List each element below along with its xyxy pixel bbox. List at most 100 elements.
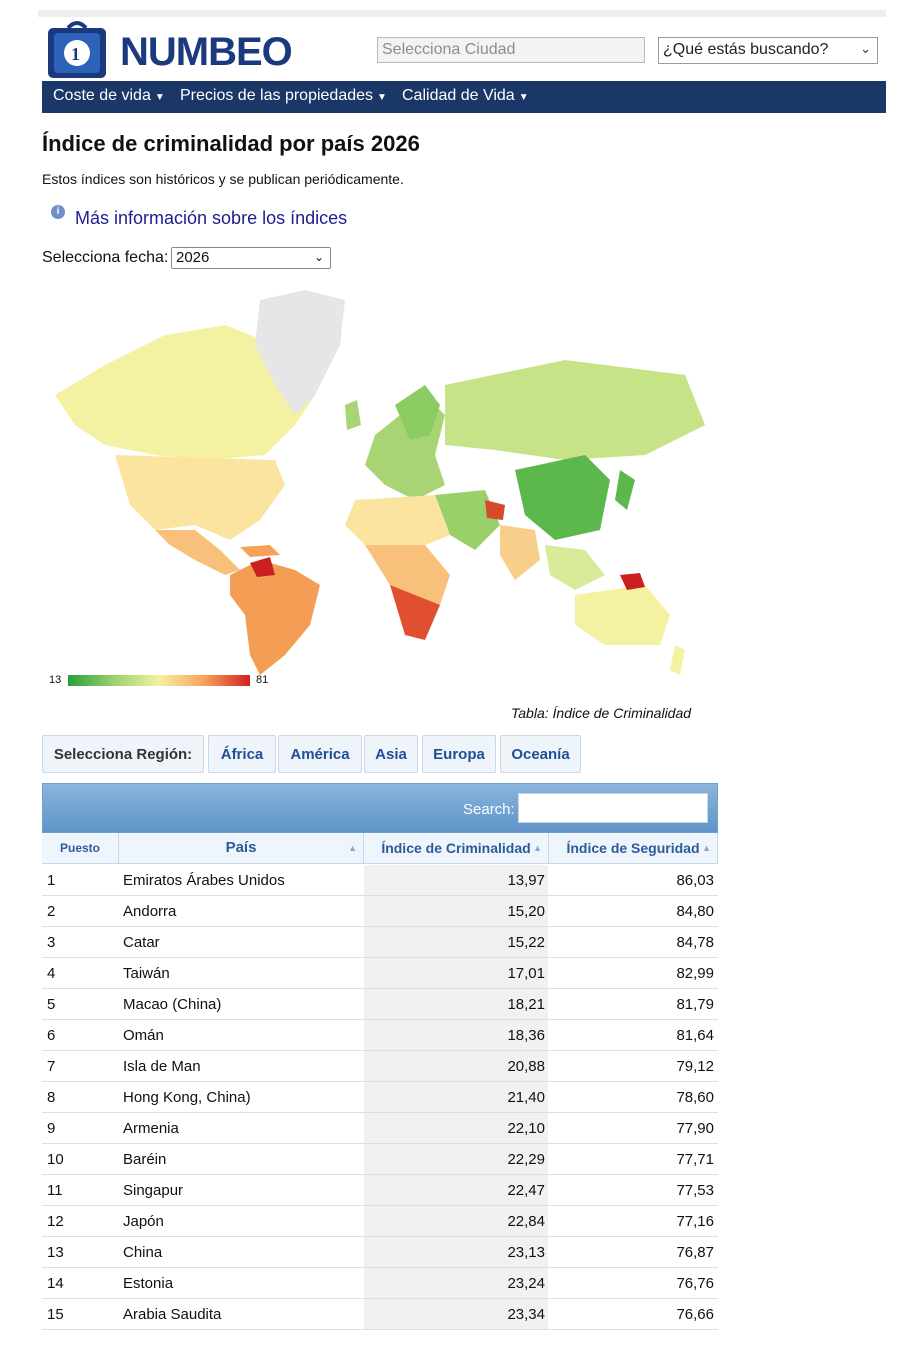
table-row[interactable]: 2 Andorra 15,20 84,80 [42,896,718,927]
table-row[interactable]: 15 Arabia Saudita 23,34 76,66 [42,1299,718,1330]
page-subtitle: Estos índices son históricos y se public… [42,171,404,187]
date-select[interactable]: 2026 ⌄ [171,247,331,269]
crime-cell: 17,01 [364,958,548,988]
what-search-value: ¿Qué estás buscando? [663,41,829,58]
region-tab-africa[interactable]: África [208,735,276,773]
rank-cell: 14 [47,1275,64,1292]
table-search-label: Search: [463,801,515,818]
info-icon: i [51,205,65,219]
map-uk [345,400,361,430]
crime-value: 22,29 [507,1151,545,1168]
caret-down-icon: ▼ [518,92,529,103]
crime-value: 15,22 [507,934,545,951]
caret-down-icon: ▼ [154,92,165,103]
svg-text:1: 1 [71,44,80,64]
table-row[interactable]: 9 Armenia 22,10 77,90 [42,1113,718,1144]
table-row[interactable]: 3 Catar 15,22 84,78 [42,927,718,958]
city-search-input[interactable] [377,37,645,63]
table-row[interactable]: 14 Estonia 23,24 76,76 [42,1268,718,1299]
region-tab-europe[interactable]: Europa [422,735,496,773]
country-cell: Andorra [123,903,177,920]
col-header-safety[interactable]: Índice de Seguridad ▲ [549,833,718,864]
caret-down-icon: ▼ [377,92,387,103]
table-row[interactable]: 8 Hong Kong, China) 21,40 78,60 [42,1082,718,1113]
crime-cell: 23,34 [364,1299,548,1329]
region-tab-asia[interactable]: Asia [364,735,418,773]
region-tab-america[interactable]: América [278,735,362,773]
col-header-crime[interactable]: Índice de Criminalidad ▲ [364,833,549,864]
table-row[interactable]: 7 Isla de Man 20,88 79,12 [42,1051,718,1082]
safety-cell: 76,87 [676,1244,714,1261]
table-row[interactable]: 4 Taiwán 17,01 82,99 [42,958,718,989]
col-header-label: Índice de Seguridad [566,840,700,856]
rank-cell: 2 [47,903,56,920]
crime-value: 15,20 [507,903,545,920]
crime-cell: 18,21 [364,989,548,1019]
safety-cell: 77,16 [676,1213,714,1230]
rank-cell: 5 [47,996,56,1013]
rank-cell: 7 [47,1058,56,1075]
crime-world-map[interactable] [45,285,710,695]
country-cell: Arabia Saudita [123,1306,222,1323]
safety-cell: 77,71 [676,1151,714,1168]
crime-value: 22,84 [507,1213,545,1230]
safety-cell: 81,64 [676,1027,714,1044]
crime-value: 17,01 [507,965,545,982]
country-cell: Hong Kong, China) [123,1089,251,1106]
table-row[interactable]: 5 Macao (China) 18,21 81,79 [42,989,718,1020]
table-row[interactable]: 6 Omán 18,36 81,64 [42,1020,718,1051]
nav-label: Precios de las propiedades [180,87,374,104]
main-nav: Coste de vida ▼ Precios de las propiedade… [42,81,886,113]
map-middle-east [435,490,500,550]
sort-icon: ▲ [533,843,542,853]
map-india [500,525,540,580]
crime-cell: 23,24 [364,1268,548,1298]
sort-icon: ▲ [702,843,711,853]
what-search-select[interactable]: ¿Qué estás buscando? ⌄ [658,37,878,64]
crime-cell: 22,47 [364,1175,548,1205]
col-header-label: País [225,839,257,856]
safety-cell: 77,90 [676,1120,714,1137]
table-row[interactable]: 1 Emiratos Árabes Unidos 13,97 86,03 [42,865,718,896]
region-tab-oceania[interactable]: Oceanía [500,735,581,773]
nav-quality-of-life[interactable]: Calidad de Vida ▼ [402,87,529,105]
rank-cell: 8 [47,1089,56,1106]
crime-value: 23,24 [507,1275,545,1292]
country-cell: China [123,1244,163,1261]
chevron-down-icon: ⌄ [860,41,871,56]
nav-property-prices[interactable]: Precios de las propiedades ▼ [180,87,387,105]
table-row[interactable]: 13 China 23,13 76,87 [42,1237,718,1268]
map-usa [115,455,285,540]
legend-max-label: 81 [256,674,269,686]
safety-cell: 86,03 [676,872,714,889]
rank-cell: 15 [47,1306,64,1323]
map-australia [575,585,670,645]
rank-cell: 10 [47,1151,64,1168]
table-row[interactable]: 10 Baréin 22,29 77,71 [42,1144,718,1175]
crime-cell: 18,36 [364,1020,548,1050]
table-row[interactable]: 11 Singapur 22,47 77,53 [42,1175,718,1206]
rank-cell: 4 [47,965,56,982]
region-label: Selecciona Región: [42,735,204,773]
country-cell: Baréin [123,1151,167,1168]
brand-name[interactable]: NUMBEO [120,30,293,75]
table-search-input[interactable] [518,793,708,823]
crime-value: 20,88 [507,1058,545,1075]
crime-cell: 13,97 [364,865,548,895]
country-cell: Japón [123,1213,164,1230]
map-se-asia [545,545,605,590]
safety-cell: 76,76 [676,1275,714,1292]
country-cell: Armenia [123,1120,179,1137]
crime-value: 22,47 [507,1182,545,1199]
nav-cost-of-living[interactable]: Coste de vida ▼ [53,87,165,105]
more-info-link[interactable]: Más información sobre los índices [75,208,347,229]
safety-cell: 78,60 [676,1089,714,1106]
nav-label: Coste de vida [53,87,151,104]
map-new-zealand [670,645,685,675]
col-header-rank[interactable]: Puesto [42,833,119,864]
col-header-country[interactable]: País ▲ [119,833,364,864]
table-row[interactable]: 12 Japón 22,84 77,16 [42,1206,718,1237]
map-russia [445,360,705,460]
country-cell: Emiratos Árabes Unidos [123,872,285,889]
col-header-label: Puesto [59,841,100,855]
